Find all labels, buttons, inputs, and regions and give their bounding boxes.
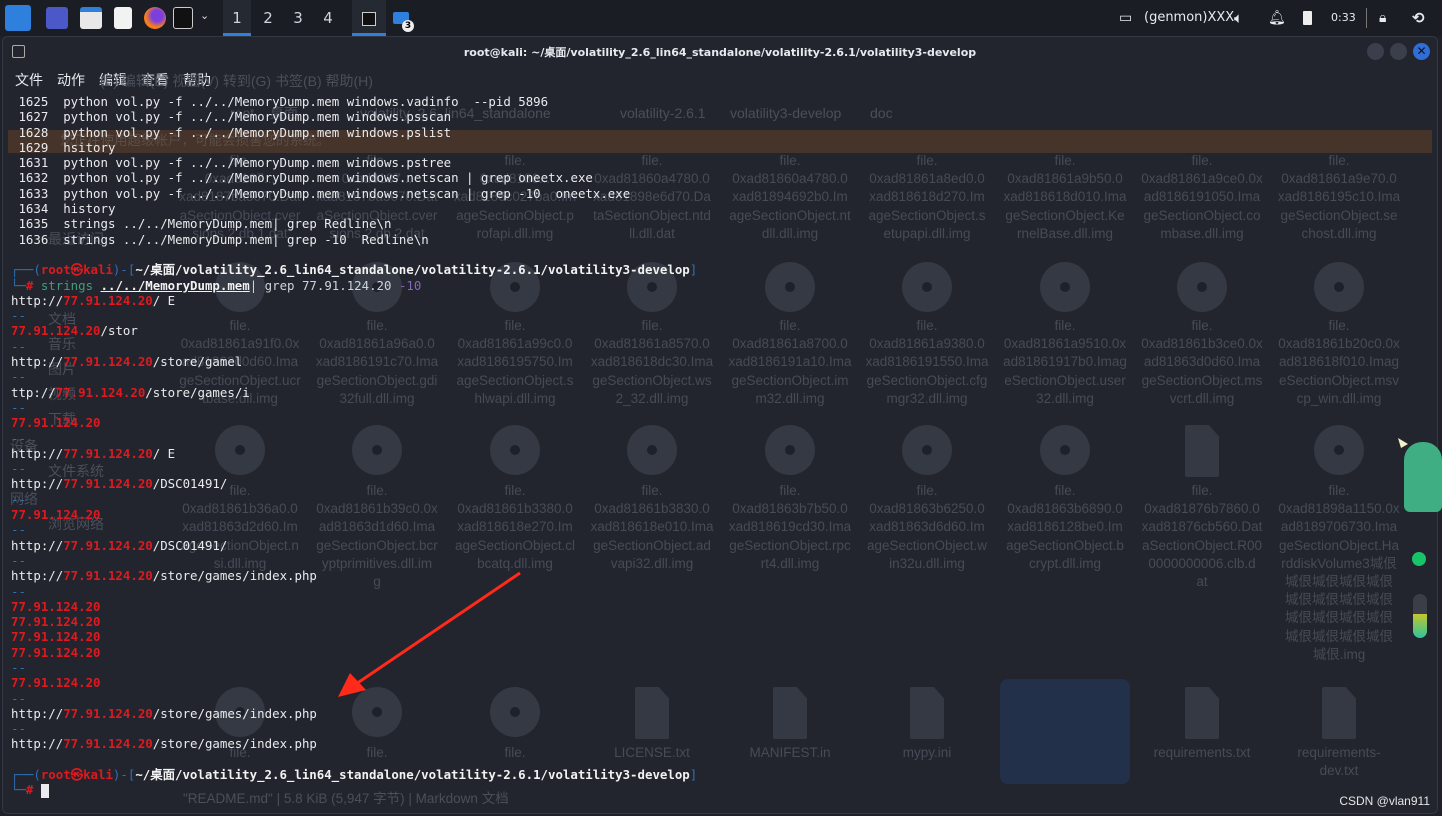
watermark: CSDN @vlan911 [1339,794,1430,808]
level-meter [1413,594,1427,638]
arrow-head [338,673,366,697]
arrow-shaft [355,571,521,686]
dinosaur-mascot-icon [1396,436,1442,526]
annotation-arrow [338,571,521,697]
status-dot-icon [1412,552,1426,566]
